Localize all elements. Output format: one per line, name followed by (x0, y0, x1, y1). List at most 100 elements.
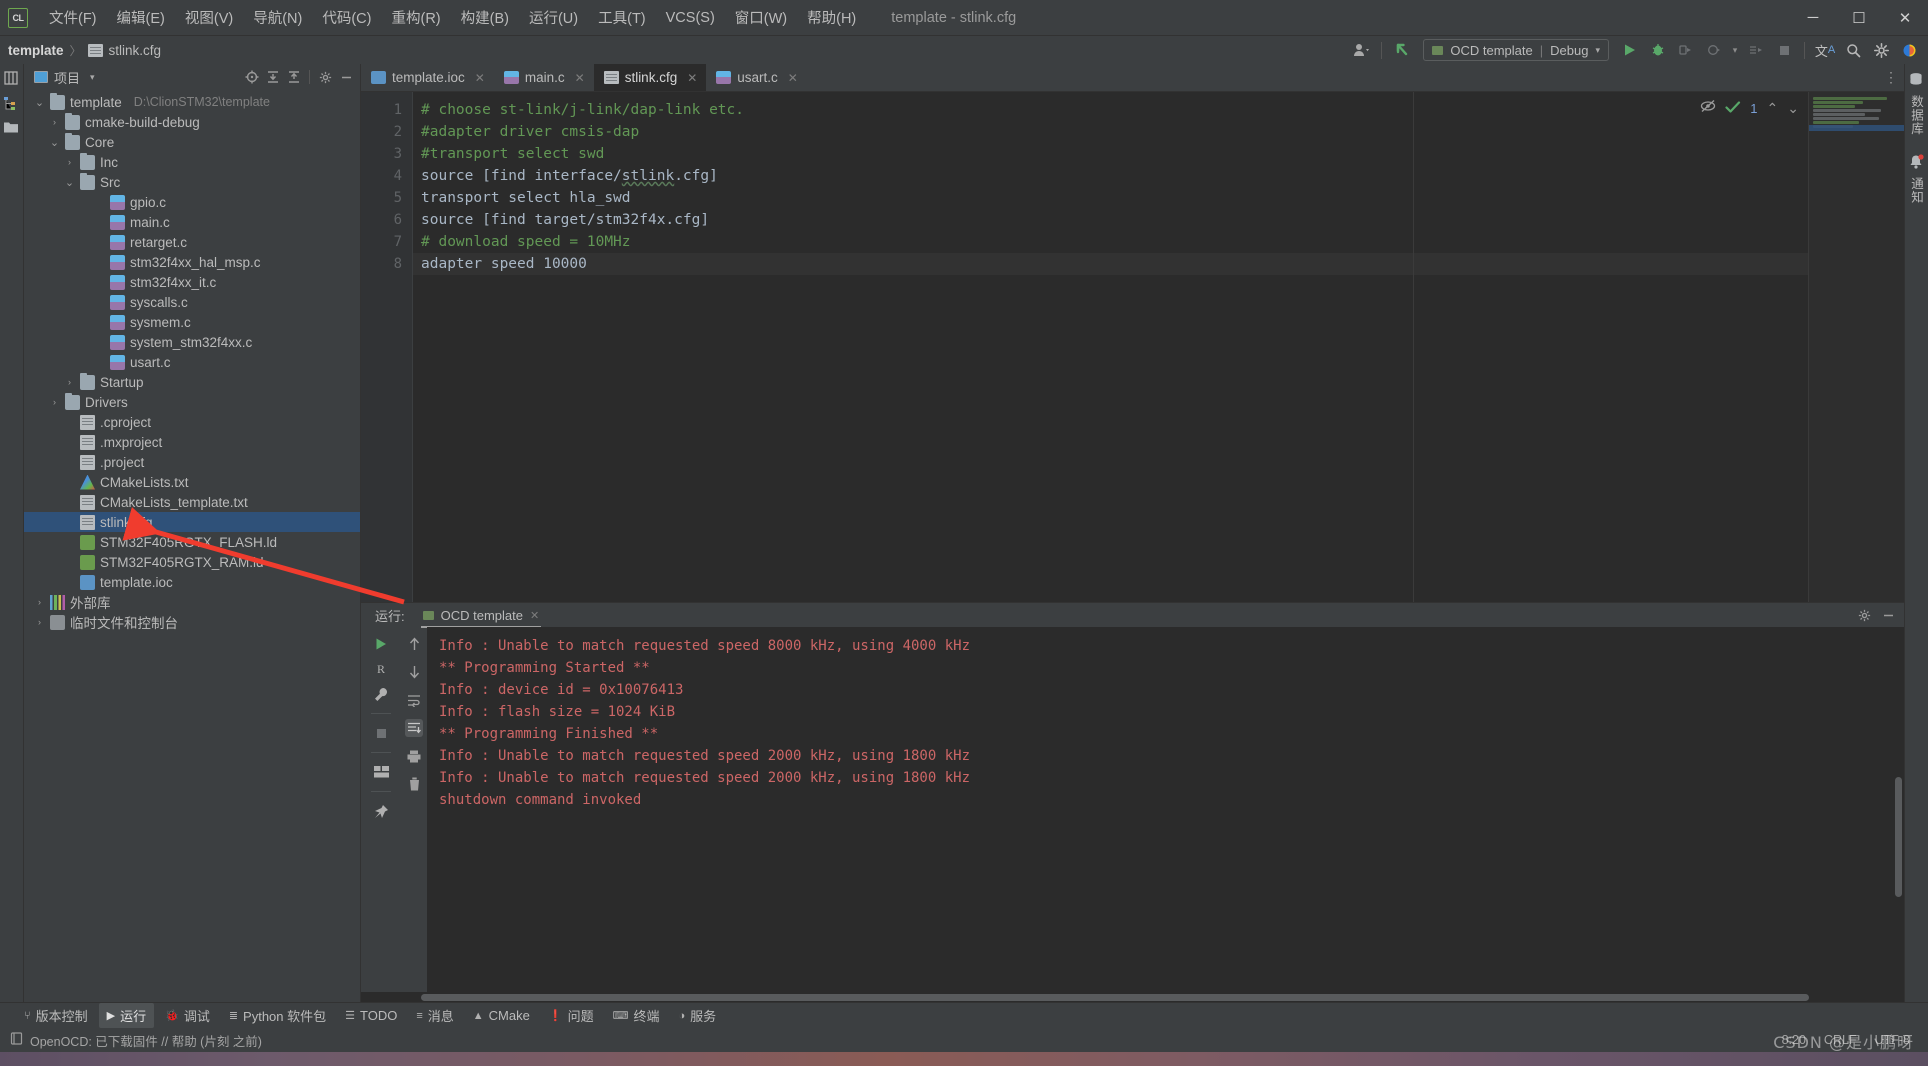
stop-process-icon[interactable] (372, 724, 390, 742)
menu-window[interactable]: 窗口(W) (726, 3, 796, 32)
user-avatar-icon[interactable] (1348, 38, 1374, 62)
tree-node[interactable]: › Startup (24, 372, 360, 392)
tree-node[interactable]: gpio.c (24, 192, 360, 212)
breadcrumb-project[interactable]: template (8, 43, 64, 58)
database-icon[interactable] (1908, 72, 1925, 89)
editor-tab[interactable]: main.c ✕ (494, 64, 594, 91)
tree-node[interactable]: system_stm32f4xx.c (24, 332, 360, 352)
ai-assistant-icon[interactable] (1896, 38, 1922, 62)
strip-project-icon[interactable] (3, 70, 20, 87)
tree-node[interactable]: ⌄ Src (24, 172, 360, 192)
strip-structure-icon[interactable] (3, 95, 20, 112)
tree-node[interactable]: stm32f4xx_it.c (24, 272, 360, 292)
tool-window-button-run[interactable]: ▶ 运行 (98, 1003, 155, 1028)
print-icon[interactable] (405, 747, 423, 765)
run-configuration-selector[interactable]: OCD template | Debug ▾ (1423, 39, 1609, 61)
tool-window-button-problems[interactable]: ❗ 问题 (541, 1003, 602, 1028)
maximize-button[interactable]: ☐ (1836, 0, 1882, 36)
chevron-icon[interactable]: › (64, 377, 75, 387)
tree-node[interactable]: › 外部库 (24, 592, 360, 612)
breadcrumb-file[interactable]: stlink.cfg (109, 43, 162, 58)
memory-indicator-icon[interactable] (10, 1032, 23, 1048)
close-icon[interactable]: ✕ (575, 71, 585, 85)
database-panel-label[interactable]: 数据库 (1907, 95, 1926, 136)
tree-node[interactable]: STM32F405RGTX_RAM.ld (24, 552, 360, 572)
close-icon[interactable]: ✕ (475, 71, 485, 85)
editor-tab[interactable]: stlink.cfg ✕ (593, 64, 707, 91)
profile-icon[interactable] (1701, 38, 1727, 62)
tool-window-button-terminal[interactable]: ⌨ 终端 (605, 1003, 668, 1028)
tree-node[interactable]: ⌄ template D:\ClionSTM32\template (24, 92, 360, 112)
chevron-icon[interactable]: ⌄ (64, 176, 75, 189)
menu-build[interactable]: 构建(B) (452, 3, 518, 32)
code-minimap[interactable] (1808, 92, 1904, 602)
tool-window-button-branch[interactable]: ⑂ 版本控制 (16, 1003, 96, 1028)
tree-node[interactable]: .cproject (24, 412, 360, 432)
tree-node[interactable]: ⌄ Core (24, 132, 360, 152)
menu-vcs[interactable]: VCS(S) (657, 6, 724, 30)
tree-node[interactable]: sysmem.c (24, 312, 360, 332)
tool-window-button-debug[interactable]: 🐞 调试 (157, 1003, 218, 1028)
editor-tab[interactable]: usart.c ✕ (706, 64, 807, 91)
run-settings-icon[interactable] (1854, 605, 1874, 625)
close-icon[interactable]: ✕ (687, 71, 697, 85)
tool-window-button-todo[interactable]: ☰ TODO (337, 1005, 405, 1026)
console-vertical-scrollbar[interactable] (1895, 777, 1902, 897)
minimize-button[interactable]: ─ (1790, 0, 1836, 36)
close-button[interactable]: ✕ (1882, 0, 1928, 36)
tool-window-button-services[interactable]: ◑ 服务 (670, 1003, 724, 1028)
prev-problem-icon[interactable]: ⌃ (1767, 100, 1779, 117)
tree-node[interactable]: retarget.c (24, 232, 360, 252)
hide-panel-icon[interactable] (336, 67, 356, 87)
run-with-coverage-icon[interactable] (1673, 38, 1699, 62)
chevron-icon[interactable]: ⌄ (34, 96, 45, 109)
tree-node[interactable]: syscalls.c (24, 292, 360, 312)
project-tree[interactable]: ⌄ template D:\ClionSTM32\template › cmake-bu… (24, 90, 360, 1002)
notifications-panel-label[interactable]: 通知 (1907, 177, 1926, 204)
stop-icon[interactable] (1771, 38, 1797, 62)
chevron-down-icon[interactable]: ▾ (90, 72, 95, 83)
panel-settings-icon[interactable] (315, 67, 335, 87)
attach-process-icon[interactable] (1743, 38, 1769, 62)
settings-gear-icon[interactable] (1868, 38, 1894, 62)
menu-navigate[interactable]: 导航(N) (244, 3, 311, 32)
chevron-icon[interactable]: › (49, 397, 60, 407)
line-separator[interactable]: CRLF (1824, 1033, 1857, 1047)
code-editor[interactable]: 1 2 3 4 5 6 7 8 # choose st-link/j-link/dap-lin… (361, 92, 1904, 602)
layout-icon[interactable] (372, 763, 390, 781)
soft-wrap-icon[interactable] (405, 691, 423, 709)
tree-node[interactable]: template.ioc (24, 572, 360, 592)
chevron-icon[interactable]: › (64, 157, 75, 167)
tool-window-button-cmake[interactable]: ▲ CMake (465, 1005, 538, 1026)
code-line[interactable]: source [find target/stm32f4x.cfg] (413, 209, 1904, 231)
menu-run[interactable]: 运行(U) (520, 3, 587, 32)
chevron-icon[interactable]: › (34, 617, 45, 627)
chevron-icon[interactable]: › (34, 597, 45, 607)
close-icon[interactable]: ✕ (530, 609, 539, 622)
hide-inspections-icon[interactable] (1700, 99, 1716, 117)
edit-configuration-icon[interactable] (372, 685, 390, 703)
code-line[interactable]: adapter speed 10000 (413, 253, 1904, 275)
search-everywhere-icon[interactable] (1840, 38, 1866, 62)
menu-refactor[interactable]: 重构(R) (382, 3, 449, 32)
console-horizontal-scrollbar[interactable] (421, 994, 1809, 1001)
debug-icon[interactable] (1645, 38, 1671, 62)
tree-node[interactable]: usart.c (24, 352, 360, 372)
tree-node[interactable]: stlink.cfg (24, 512, 360, 532)
close-icon[interactable]: ✕ (788, 71, 798, 85)
tree-node[interactable]: › 临时文件和控制台 (24, 612, 360, 632)
code-line[interactable]: #transport select swd (413, 143, 1904, 165)
strip-bookmarks-icon[interactable] (3, 120, 20, 137)
tree-node[interactable]: main.c (24, 212, 360, 232)
pin-tab-icon[interactable] (372, 802, 390, 820)
code-line[interactable]: # choose st-link/j-link/dap-link etc. (413, 99, 1904, 121)
tree-node[interactable]: .mxproject (24, 432, 360, 452)
rerun-failed-icon[interactable]: R (372, 660, 390, 678)
menu-view[interactable]: 视图(V) (176, 3, 242, 32)
minimap-viewport-highlight[interactable] (1809, 125, 1904, 131)
tool-window-button-messages[interactable]: ≡ 消息 (408, 1003, 461, 1028)
updates-arrow-icon[interactable] (1389, 38, 1415, 62)
tree-node[interactable]: stm32f4xx_hal_msp.c (24, 252, 360, 272)
chevron-icon[interactable]: › (49, 117, 60, 127)
menu-code[interactable]: 代码(C) (313, 3, 380, 32)
